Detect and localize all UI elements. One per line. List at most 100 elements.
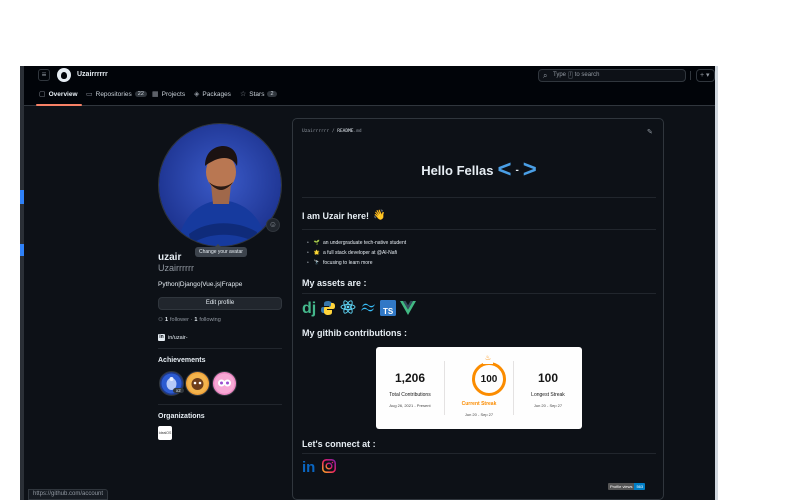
profile-readme: Uzairrrrrr / README.md ✎ Hello Fellas < … (292, 118, 664, 500)
readme-intro-heading: I am Uzair here! 👋 (302, 210, 385, 221)
tab-label: Stars (249, 90, 265, 98)
search-shortcut-key: / (567, 71, 574, 79)
waving-hand-icon: 👋 (373, 210, 386, 221)
tab-repositories[interactable]: ▭ Repositories 22 (86, 90, 147, 98)
global-header: ≡ Uzairrrrrr ⌕ Type / to search + ▾ (24, 66, 715, 85)
change-avatar-tooltip: Change your avatar (195, 244, 247, 257)
star-emoji-icon: 🌟 (313, 250, 320, 256)
tab-count: 22 (134, 91, 147, 97)
linkedin-icon: in (158, 334, 165, 341)
instagram-icon[interactable] (322, 459, 336, 473)
repo-icon: ▭ (86, 91, 93, 98)
total-contributions-label: Total Contributions (389, 392, 431, 398)
status-bar-url: https://github.com/account (28, 489, 109, 500)
followers-label[interactable]: follower · (170, 317, 192, 323)
current-streak-stat: 100 ♨ Current Streak Jun 20 - Sep 27 (445, 347, 513, 429)
readme-path: Uzairrrrrr / README.md (302, 129, 362, 134)
organization-avatar[interactable]: IdealOS (158, 426, 172, 440)
current-streak-label: Current Streak (461, 401, 497, 407)
connect-links: in (302, 458, 336, 474)
divider (302, 197, 656, 198)
header-divider (690, 71, 691, 80)
readme-greeting: Hello Fellas < - > (293, 156, 665, 184)
pencil-icon[interactable]: ✎ (647, 128, 653, 136)
following-count[interactable]: 1 (194, 317, 197, 323)
linkedin-handle[interactable]: in/uzair- (168, 335, 188, 341)
avatar[interactable] (158, 123, 282, 247)
profile-login: Uzairrrrrr (158, 263, 194, 273)
followers-count[interactable]: 1 (165, 317, 168, 323)
svg-text:dj: dj (302, 300, 316, 317)
organizations-title[interactable]: Organizations (158, 413, 205, 420)
organization-name: IdealOS (158, 431, 172, 435)
profile-views-count: 563 (634, 483, 646, 490)
svg-text:in: in (302, 459, 315, 474)
current-streak-range: Jun 20 - Sep 27 (464, 412, 494, 417)
list-item: 🔭focusing to learn more (307, 258, 406, 268)
divider (158, 404, 282, 405)
divider (158, 348, 282, 349)
profile-name: uzair (158, 252, 182, 263)
hamburger-menu-icon[interactable]: ≡ (38, 69, 50, 81)
django-icon: dj (302, 300, 316, 317)
following-label[interactable]: following (199, 317, 220, 323)
divider (302, 293, 656, 294)
profile-views-badge: Profile views 563 (608, 483, 646, 490)
longest-streak-value: 100 (537, 371, 559, 385)
seedling-icon: 🌱 (313, 240, 320, 246)
contributions-heading: My githib contributions : (302, 328, 407, 338)
typescript-icon: TS (380, 300, 396, 316)
achievements-title[interactable]: Achievements (158, 357, 205, 364)
list-item: 🌱an undergraduate tech-native student (307, 238, 406, 248)
intro-text: I am Uzair here! (302, 210, 370, 221)
greeting-text: Hello Fellas (421, 162, 494, 178)
package-icon: ◈ (194, 91, 200, 98)
intro-list: 🌱an undergraduate tech-native student 🌟a… (307, 238, 406, 268)
tailwind-icon (361, 303, 375, 312)
follow-stats: ⚇ 1 follower · 1 following (158, 317, 221, 323)
table-icon: ▦ (152, 91, 159, 98)
github-profile-page: ≡ Uzairrrrrr ⌕ Type / to search + ▾ ▢ Ov… (24, 66, 715, 500)
achievement-badge-yolo[interactable] (185, 371, 210, 396)
search-input[interactable]: ⌕ Type / to search (538, 69, 686, 82)
tab-label: Repositories (95, 90, 132, 98)
tab-overview[interactable]: ▢ Overview (39, 90, 78, 99)
header-username[interactable]: Uzairrrrrr (77, 71, 108, 78)
divider (302, 229, 656, 230)
svg-text:TS: TS (383, 307, 394, 316)
divider (302, 453, 656, 454)
code-dash: - (515, 164, 519, 176)
set-status-smiley-icon[interactable]: ☺ (266, 218, 280, 232)
code-bracket-right-icon: > (522, 156, 537, 183)
tab-label: Packages (202, 90, 231, 98)
streak-stats-card: 1,206 Total Contributions Aug 26, 2021 -… (376, 347, 582, 429)
people-icon: ⚇ (158, 317, 163, 323)
assets-heading: My assets are : (302, 278, 367, 288)
current-streak-value: 100 (480, 374, 498, 385)
tab-projects[interactable]: ▦ Projects (152, 90, 185, 99)
react-icon (340, 300, 356, 314)
list-item: 🌟a full stack developer at @Al-Nafi (307, 248, 406, 258)
total-contributions-value: 1,206 (394, 371, 426, 385)
tab-packages[interactable]: ◈ Packages (194, 90, 231, 99)
tab-count: 2 (267, 91, 277, 97)
search-icon: ⌕ (543, 71, 548, 80)
linkedin-social-link[interactable]: in in/uzair- (158, 334, 188, 341)
linkedin-icon[interactable]: in (302, 458, 318, 474)
edit-profile-button[interactable]: Edit profile (158, 297, 282, 310)
github-logo-icon[interactable] (57, 68, 71, 82)
tab-stars[interactable]: ☆ Stars 2 (240, 90, 277, 98)
book-icon: ▢ (39, 91, 46, 98)
right-window-edge (715, 66, 718, 500)
telescope-icon: 🔭 (313, 260, 320, 266)
longest-streak-range: Jun 20 - Sep 27 (533, 403, 563, 408)
total-contributions-range: Aug 26, 2021 - Present (389, 403, 431, 408)
achievement-badge-quickdraw[interactable] (212, 371, 237, 396)
streak-ring: 100 (472, 362, 506, 396)
create-new-button[interactable]: + ▾ (696, 69, 715, 82)
star-icon: ☆ (240, 91, 247, 98)
badge-multiplier: x2 (173, 388, 184, 393)
tab-label: Overview (48, 90, 78, 98)
python-icon (321, 301, 335, 315)
profile-views-label: Profile views (608, 483, 635, 490)
